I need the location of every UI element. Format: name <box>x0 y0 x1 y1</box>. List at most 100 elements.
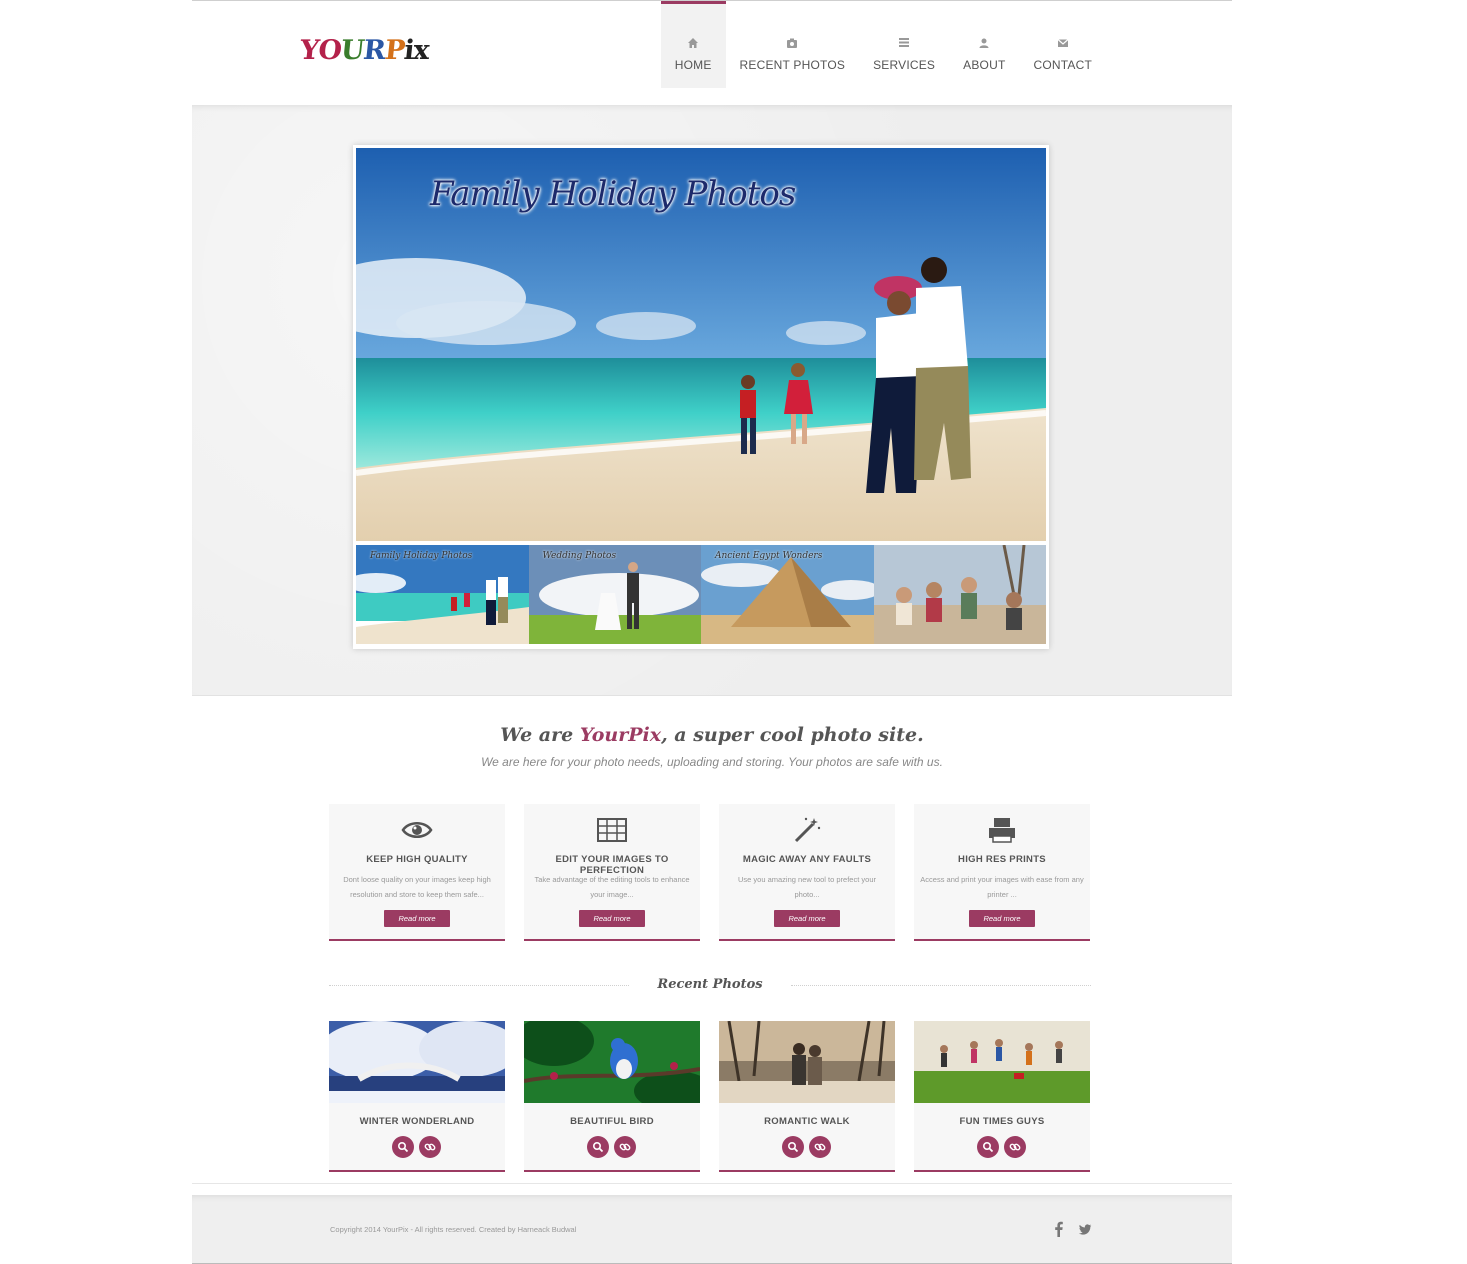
recent-photos-title: Recent Photos <box>657 977 763 992</box>
link-icon <box>1009 1143 1021 1151</box>
link-button[interactable] <box>614 1136 636 1158</box>
thumb-caption: Ancient Egypt Wonders <box>715 551 823 561</box>
read-more-button[interactable]: Read more <box>579 910 645 927</box>
search-icon <box>397 1141 409 1153</box>
feature-text: Dont loose quality on your images keep h… <box>343 875 491 899</box>
photo-actions <box>782 1136 831 1158</box>
intro-heading: We are YourPix, a super cool photo site. <box>192 724 1232 746</box>
fun-times-image <box>914 1021 1090 1103</box>
intro-heading-text: , a super cool photo site. <box>661 724 924 746</box>
zoom-button[interactable] <box>392 1136 414 1158</box>
slider-thumb-wedding[interactable]: Wedding Photos <box>528 545 701 644</box>
nav-label: HOME <box>674 58 712 72</box>
photo-actions <box>977 1136 1026 1158</box>
search-icon <box>982 1141 994 1153</box>
thumb-friends-image <box>873 545 1046 644</box>
thumb-caption: Family Holiday Photos <box>370 551 473 561</box>
feature-title: HIGH RES PRINTS <box>958 854 1046 865</box>
features-row: KEEP HIGH QUALITY Dont loose quality on … <box>329 804 1091 942</box>
slider-thumb-egypt[interactable]: Ancient Egypt Wonders <box>701 545 874 644</box>
winter-image <box>329 1021 505 1103</box>
content-divider <box>192 1183 1232 1184</box>
feature-card: EDIT YOUR IMAGES TO PERFECTION Take adva… <box>524 804 700 941</box>
image-slider: Family Holiday Photos Family Holiday Pho… <box>353 145 1049 649</box>
feature-card: KEEP HIGH QUALITY Dont loose quality on … <box>329 804 505 941</box>
photo-card: FUN TIMES GUYS <box>914 1021 1090 1172</box>
photo-card: WINTER WONDERLAND <box>329 1021 505 1172</box>
zoom-button[interactable] <box>977 1136 999 1158</box>
zoom-button[interactable] <box>782 1136 804 1158</box>
slide-caption: Family Holiday Photos <box>430 174 796 214</box>
heading-divider <box>791 985 1091 986</box>
magic-wand-icon <box>794 817 821 843</box>
nav-item-services[interactable]: SERVICES <box>859 1 949 88</box>
photo-card: BEAUTIFUL BIRD <box>524 1021 700 1172</box>
nav-item-home[interactable]: HOME <box>660 1 726 88</box>
main-nav: HOME RECENT PHOTOS SERVICES ABOUT CONTAC… <box>660 1 1106 88</box>
photo-actions <box>587 1136 636 1158</box>
twitter-icon[interactable] <box>1078 1221 1092 1237</box>
photo-thumbnail[interactable] <box>329 1021 505 1103</box>
slide-main-image[interactable]: Family Holiday Photos <box>356 148 1046 541</box>
envelope-icon <box>1057 39 1069 47</box>
photo-title: ROMANTIC WALK <box>764 1116 850 1127</box>
feature-title: MAGIC AWAY ANY FAULTS <box>742 854 872 865</box>
search-icon <box>787 1141 799 1153</box>
site-logo[interactable]: YOURPix <box>298 31 431 71</box>
link-button[interactable] <box>809 1136 831 1158</box>
read-more-button[interactable]: Read more <box>774 910 840 927</box>
feature-text: Access and print your images with ease f… <box>920 875 1084 899</box>
site-footer: Copyright 2014 YourPix - All rights rese… <box>192 1195 1232 1264</box>
home-icon <box>688 38 699 48</box>
intro-subtitle: We are here for your photo needs, upload… <box>481 755 943 769</box>
photo-thumbnail[interactable] <box>524 1021 700 1103</box>
site-header: YOURPix HOME RECENT PHOTOS SERVICES ABOU… <box>192 0 1232 106</box>
photo-thumbnail[interactable] <box>914 1021 1090 1103</box>
social-links <box>1052 1221 1092 1237</box>
nav-item-about[interactable]: ABOUT <box>949 1 1019 88</box>
eye-icon <box>401 822 433 838</box>
read-more-button[interactable]: Read more <box>384 910 450 927</box>
intro-heading-text: We are <box>500 724 580 746</box>
feature-text: Take advantage of the editing tools to e… <box>534 875 690 899</box>
photo-title: WINTER WONDERLAND <box>359 1116 475 1127</box>
link-button[interactable] <box>419 1136 441 1158</box>
photo-title: BEAUTIFUL BIRD <box>570 1116 654 1127</box>
nav-item-contact[interactable]: CONTACT <box>1019 1 1106 88</box>
feature-title: KEEP HIGH QUALITY <box>366 854 468 865</box>
bird-image <box>524 1021 700 1103</box>
slider-thumbnails: Family Holiday Photos Wedding Photos Anc… <box>356 545 1046 644</box>
logo-camera-icon: O <box>316 31 343 71</box>
recent-photos-grid: WINTER WONDERLAND BEAUTIFUL BIRD ROMANTI… <box>329 1021 1091 1173</box>
recent-photos-heading: Recent Photos <box>329 975 1091 995</box>
nav-label: CONTACT <box>1033 58 1092 72</box>
zoom-button[interactable] <box>587 1136 609 1158</box>
nav-label: RECENT PHOTOS <box>739 58 846 72</box>
link-button[interactable] <box>1004 1136 1026 1158</box>
slider-thumb-family[interactable]: Family Holiday Photos <box>356 545 529 644</box>
feature-text: Use you amazing new tool to prefect your… <box>738 875 876 899</box>
facebook-icon[interactable] <box>1052 1221 1066 1237</box>
slider-band: Family Holiday Photos Family Holiday Pho… <box>192 105 1232 696</box>
printer-icon <box>989 818 1015 843</box>
heading-divider <box>329 985 629 986</box>
nav-item-recent-photos[interactable]: RECENT PHOTOS <box>726 1 860 88</box>
nav-label: ABOUT <box>963 58 1006 72</box>
read-more-button[interactable]: Read more <box>969 910 1035 927</box>
table-icon <box>597 818 627 842</box>
slider-thumb-friends[interactable] <box>873 545 1046 644</box>
romantic-walk-image <box>719 1021 895 1103</box>
link-icon <box>619 1143 631 1151</box>
list-icon <box>899 38 910 47</box>
thumb-caption: Wedding Photos <box>542 551 617 561</box>
photo-card: ROMANTIC WALK <box>719 1021 895 1172</box>
feature-card: HIGH RES PRINTS Access and print your im… <box>914 804 1090 941</box>
feature-card: MAGIC AWAY ANY FAULTS Use you amazing ne… <box>719 804 895 941</box>
user-icon <box>979 38 989 48</box>
nav-label: SERVICES <box>873 58 936 72</box>
page: YOURPix HOME RECENT PHOTOS SERVICES ABOU… <box>192 0 1232 1264</box>
photo-thumbnail[interactable] <box>719 1021 895 1103</box>
copyright-text: Copyright 2014 YourPix - All rights rese… <box>330 1225 577 1234</box>
link-icon <box>424 1143 436 1151</box>
intro-heading-brand: YourPix <box>579 724 662 746</box>
